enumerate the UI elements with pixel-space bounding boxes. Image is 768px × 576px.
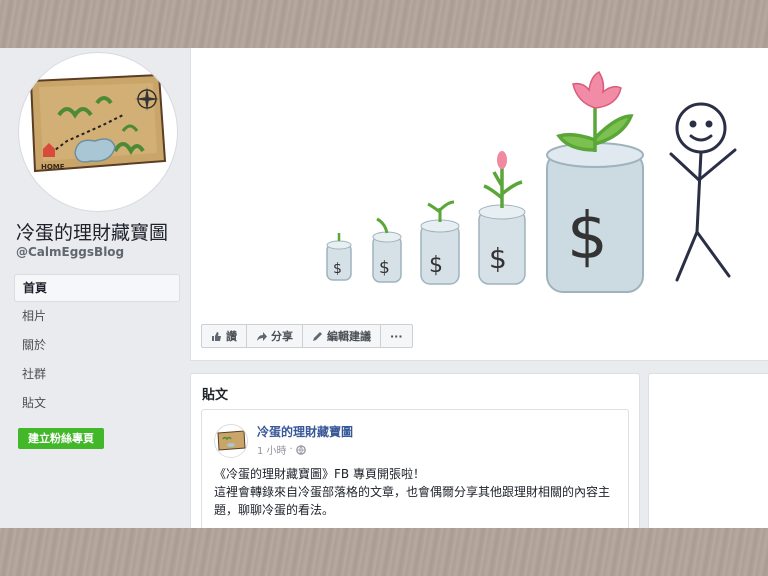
jar-medium-icon: $ bbox=[420, 200, 460, 285]
nav-item-posts[interactable]: 貼文 bbox=[14, 390, 180, 418]
left-column: HOME 冷蛋的理財藏寶圖 @CalmEggsBlog 首頁 相片 關於 社群 … bbox=[0, 48, 190, 528]
post-timestamp[interactable]: 1 小時 bbox=[257, 442, 287, 457]
share-arrow-icon bbox=[257, 331, 267, 341]
home-label: HOME bbox=[41, 163, 65, 171]
stick-figure-illustration bbox=[669, 102, 737, 282]
posts-section: 貼文 冷蛋的理財藏寶圖 1 小時 · 《冷蛋的理財藏寶圖》FB 專頁開張啦！ 這… bbox=[190, 373, 640, 528]
right-side-card bbox=[648, 373, 768, 528]
share-button[interactable]: 分享 bbox=[246, 324, 303, 348]
svg-text:$: $ bbox=[379, 258, 390, 278]
post-author-name[interactable]: 冷蛋的理財藏寶圖 bbox=[257, 423, 353, 440]
like-button[interactable]: 讚 bbox=[201, 324, 247, 348]
page-handle[interactable]: @CalmEggsBlog bbox=[16, 245, 124, 259]
more-options-button[interactable]: ··· bbox=[380, 324, 413, 348]
meta-separator: · bbox=[289, 444, 293, 455]
posts-title: 貼文 bbox=[202, 388, 229, 403]
background-top bbox=[0, 0, 768, 48]
post-author-avatar[interactable] bbox=[214, 424, 248, 458]
post-item: 冷蛋的理財藏寶圖 1 小時 · 《冷蛋的理財藏寶圖》FB 專頁開張啦！ 這裡會轉… bbox=[201, 409, 629, 528]
nav-item-photos[interactable]: 相片 bbox=[14, 303, 180, 331]
nav-item-about[interactable]: 關於 bbox=[14, 332, 180, 360]
jar-small-icon: $ bbox=[326, 233, 352, 281]
globe-icon bbox=[295, 444, 306, 455]
svg-text:$: $ bbox=[567, 200, 608, 274]
jar-medium-icon: $ bbox=[478, 151, 526, 285]
treasure-map-icon bbox=[217, 430, 246, 451]
svg-text:$: $ bbox=[333, 261, 342, 277]
create-page-button[interactable]: 建立粉絲專頁 bbox=[18, 428, 104, 449]
cover-photo[interactable]: $ $ $ $ $ bbox=[191, 48, 768, 318]
post-meta: 1 小時 · bbox=[257, 442, 306, 457]
more-options-label: ··· bbox=[390, 329, 403, 343]
svg-text:$: $ bbox=[429, 253, 443, 278]
jar-small-icon: $ bbox=[372, 217, 402, 283]
nav-item-community[interactable]: 社群 bbox=[14, 361, 180, 389]
post-body: 《冷蛋的理財藏寶圖》FB 專頁開張啦！ 這裡會轉錄來自冷蛋部落格的文章，也會偶爾… bbox=[214, 465, 618, 519]
post-text-line: 《冷蛋的理財藏寶圖》FB 專頁開張啦！ bbox=[214, 467, 425, 481]
like-label: 讚 bbox=[226, 330, 237, 343]
profile-picture[interactable]: HOME bbox=[18, 52, 178, 212]
page-nav: 首頁 相片 關於 社群 貼文 bbox=[14, 274, 180, 419]
cover-section: $ $ $ $ $ 讚 分享 編輯建議 ··· bbox=[190, 48, 768, 361]
suggest-edit-button[interactable]: 編輯建議 bbox=[302, 324, 381, 348]
suggest-edit-label: 編輯建議 bbox=[327, 330, 371, 343]
jar-large-icon: $ bbox=[546, 71, 644, 293]
nav-item-home[interactable]: 首頁 bbox=[14, 274, 180, 302]
page-action-bar: 讚 分享 編輯建議 ··· bbox=[201, 324, 413, 348]
post-text-line: 這裡會轉錄來自冷蛋部落格的文章，也會偶爾分享其他跟理財相關的內容主題，聊聊冷蛋的… bbox=[214, 485, 611, 517]
facebook-page-screen: HOME 冷蛋的理財藏寶圖 @CalmEggsBlog 首頁 相片 關於 社群 … bbox=[0, 48, 768, 528]
page-title: 冷蛋的理財藏寶圖 bbox=[16, 222, 169, 244]
svg-text:$: $ bbox=[489, 242, 507, 275]
pencil-icon bbox=[313, 331, 322, 341]
background-bottom bbox=[0, 528, 768, 576]
treasure-map-icon: HOME bbox=[29, 73, 167, 173]
share-label: 分享 bbox=[271, 330, 293, 343]
thumbs-up-icon bbox=[212, 331, 221, 341]
